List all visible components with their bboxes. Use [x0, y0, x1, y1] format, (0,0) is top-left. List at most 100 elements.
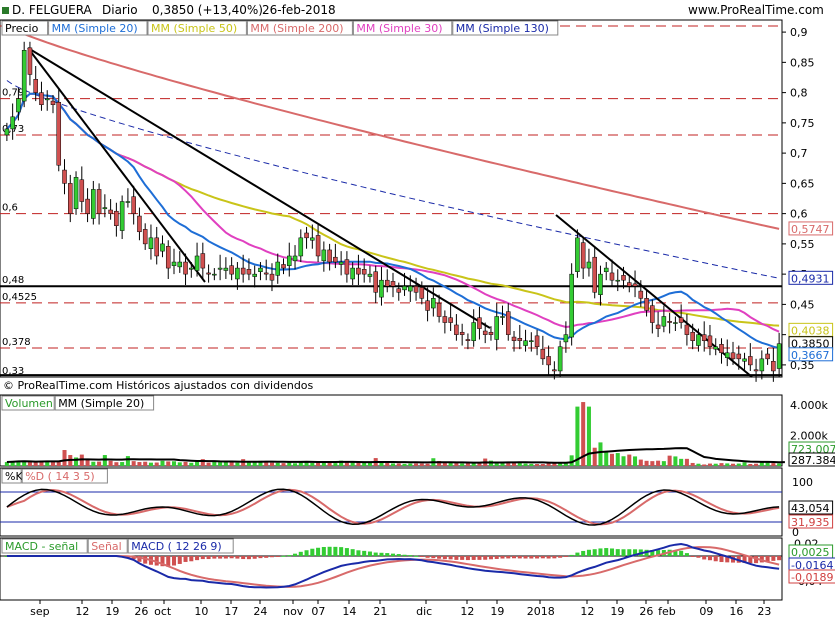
candle-body-54 [315, 235, 321, 257]
volume-bar-102 [592, 447, 597, 466]
macd-hist-bar-104 [604, 548, 609, 556]
candle-body-81 [471, 322, 476, 341]
candle-body-36 [212, 273, 217, 276]
candle-body-94 [546, 356, 551, 366]
volume-bar-121 [702, 464, 707, 466]
volume-bar-65 [379, 462, 384, 466]
candle-body-66 [384, 279, 390, 287]
macd-hist-bar-96 [558, 556, 563, 558]
volume-bar-4 [27, 462, 32, 466]
macd-hist-bar-99 [575, 552, 580, 556]
macd-hist-bar-77 [448, 556, 453, 560]
volume-bar-67 [390, 463, 396, 466]
candle-body-84 [488, 331, 494, 335]
x-tick-label-9: 07 [311, 605, 325, 618]
candle-body-56 [327, 249, 332, 263]
macd-hist-bar-82 [477, 556, 482, 560]
volume-bar-99 [575, 406, 580, 466]
volume-bar-73 [425, 463, 430, 466]
volume-tick-label-0: 4.000k [790, 399, 828, 412]
macd-hist-bar-51 [298, 551, 303, 556]
x-tick-label-1: 12 [75, 605, 89, 618]
volume-bar-69 [402, 463, 407, 466]
volume-bar-91 [529, 463, 534, 466]
candle-body-45 [263, 272, 269, 275]
volume-bar-25 [148, 462, 153, 466]
macd-hist-bar-45 [264, 556, 269, 558]
candle-body-17 [102, 207, 108, 210]
volume-bar-92 [535, 464, 540, 466]
volume-bar-127 [736, 463, 741, 466]
candle-body-126 [730, 352, 736, 360]
level-label-3: 0,48 [2, 275, 24, 286]
macd-hist-bar-106 [615, 549, 620, 556]
price-tick-label-6: 0,6 [790, 208, 808, 221]
candle-body-133 [771, 361, 776, 372]
candle-body-105 [609, 272, 615, 281]
candle-body-60 [350, 267, 355, 280]
volume-bar-17 [102, 455, 107, 466]
macd-hist-bar-124 [719, 556, 724, 563]
candle-body-127 [736, 353, 742, 360]
x-tick-label-19: feb [658, 605, 676, 618]
macd-hist-bar-83 [483, 556, 488, 560]
volume-bar-122 [707, 463, 712, 466]
volume-bar-46 [269, 462, 274, 466]
price-badge-4: 0,3667 [791, 349, 830, 362]
candle-body-101 [586, 261, 592, 269]
stoch-panel-frame [0, 467, 783, 537]
macd-hist-bar-44 [258, 556, 263, 559]
macd-hist-bar-40 [235, 556, 240, 559]
candle-body-116 [673, 322, 678, 324]
candle-body-27 [160, 243, 165, 252]
price-legend-4: MM (Simple 30) [356, 22, 442, 35]
volume-bar-118 [684, 458, 689, 466]
volume-bar-27 [160, 460, 165, 466]
macd-hist-bar-94 [546, 556, 551, 559]
candle-body-83 [482, 330, 488, 335]
candle-body-25 [148, 237, 154, 249]
candle-body-132 [765, 353, 770, 360]
macd-hist-bar-92 [535, 556, 540, 559]
candle-body-77 [448, 317, 453, 323]
candle-body-38 [223, 267, 229, 271]
volume-bar-126 [730, 463, 736, 466]
candle-body-3 [21, 50, 27, 102]
x-tick-label-6: 17 [224, 605, 238, 618]
macd-hist-bar-33 [195, 556, 200, 561]
candle-body-67 [390, 281, 396, 287]
x-tick-label-8: nov [283, 605, 304, 618]
macd-hist-bar-134 [777, 556, 782, 561]
candle-body-95 [552, 369, 557, 372]
macd-hist-bar-31 [183, 556, 188, 562]
macd-hist-bar-58 [339, 547, 344, 556]
candle-body-88 [511, 336, 517, 341]
candle-body-111 [644, 298, 649, 311]
candle-body-131 [759, 358, 765, 372]
price-tick-label-1: 0,85 [790, 56, 815, 69]
macd-hist-bar-80 [465, 556, 470, 561]
macd-hist-bar-103 [598, 548, 603, 556]
volume-bar-30 [177, 462, 182, 466]
x-tick-label-13: 12 [460, 605, 474, 618]
volume-bar-133 [771, 463, 776, 466]
candle-body-7 [44, 98, 50, 101]
candle-body-103 [598, 273, 603, 295]
candle-body-20 [119, 201, 125, 231]
macd-hist-bar-60 [350, 549, 355, 556]
candle-body-19 [114, 210, 119, 226]
macd-hist-bar-72 [419, 556, 424, 557]
candle-body-134 [776, 343, 782, 369]
macd-hist-bar-62 [362, 550, 367, 556]
macd-hist-bar-121 [702, 556, 707, 560]
volume-bar-66 [385, 462, 390, 466]
price-legend-0: Precio [5, 22, 39, 35]
volume-bar-35 [206, 462, 211, 466]
candle-body-80 [465, 339, 471, 341]
candle-body-53 [310, 237, 315, 241]
candle-body-39 [229, 265, 234, 275]
volume-bar-20 [120, 462, 125, 466]
x-tick-label-14: 19 [490, 605, 504, 618]
volume-bar-125 [725, 463, 730, 466]
volume-bar-24 [143, 461, 148, 466]
